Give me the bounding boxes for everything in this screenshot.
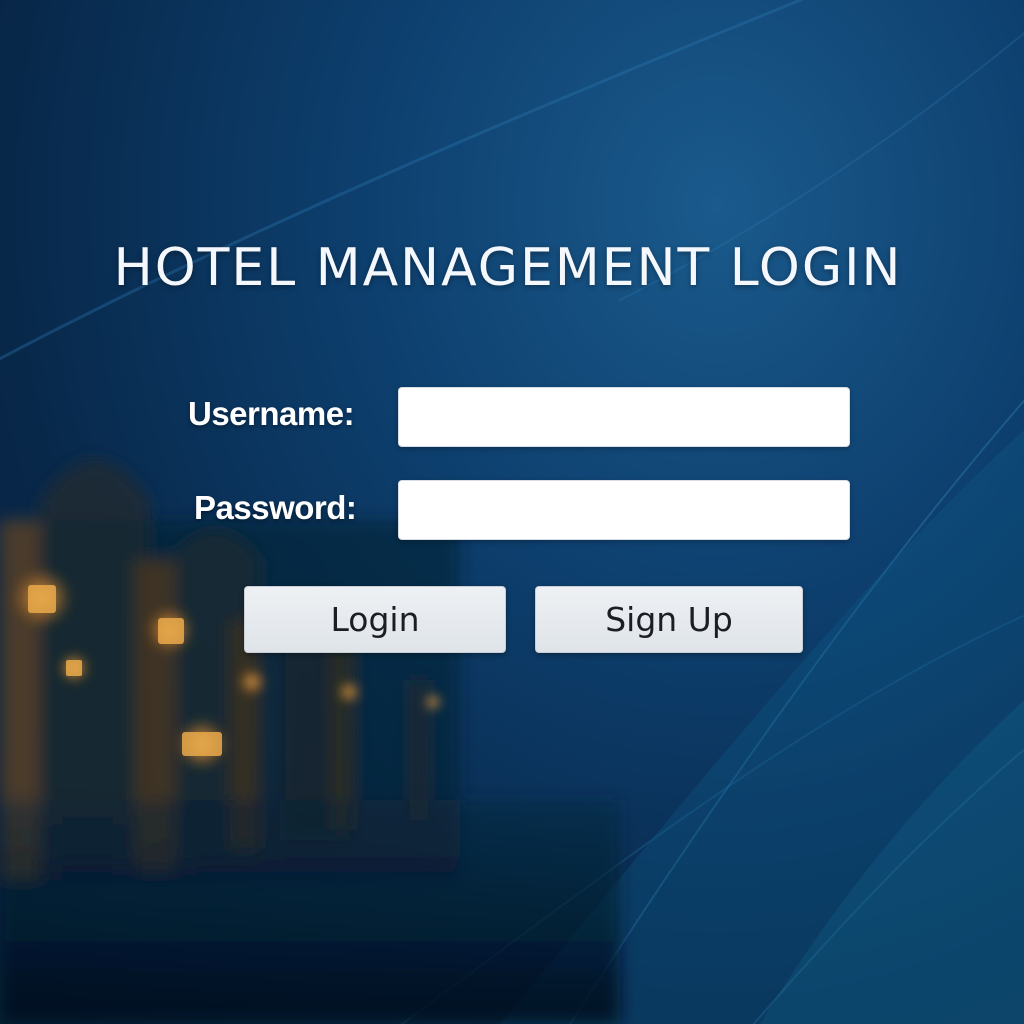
page-title: HOTEL MANAGEMENT LOGIN — [113, 238, 903, 298]
sign-up-button[interactable]: Sign Up — [535, 586, 803, 653]
username-label: Username: — [188, 395, 355, 432]
username-input[interactable] — [398, 387, 850, 447]
password-label: Password: — [194, 489, 357, 526]
login-button[interactable]: Login — [244, 586, 506, 653]
password-input[interactable] — [398, 480, 850, 540]
